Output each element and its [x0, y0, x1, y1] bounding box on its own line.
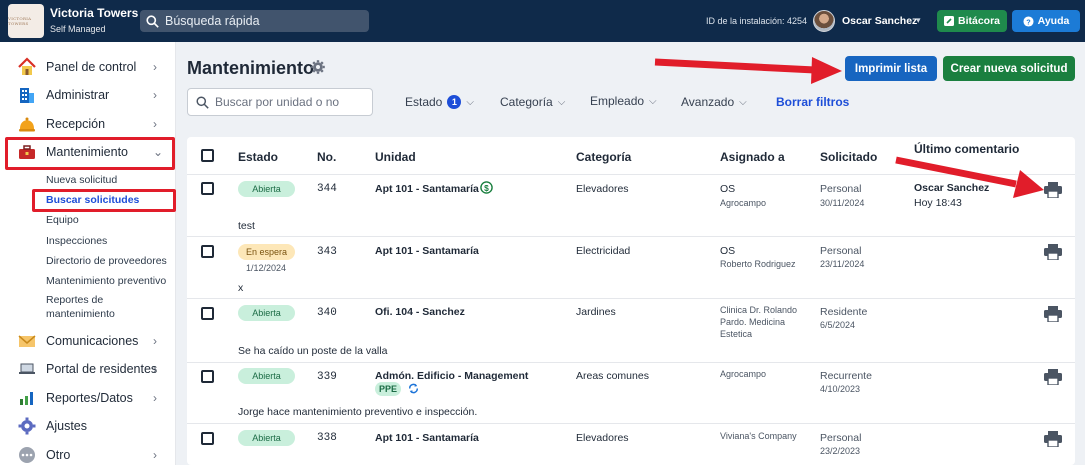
arrow-head-printer	[1013, 170, 1044, 198]
annotation-arrows	[654, 57, 1044, 198]
arrow-to-print-list	[654, 58, 816, 74]
arrow-head-print-list	[811, 57, 842, 84]
arrow-to-printer	[895, 156, 1017, 188]
